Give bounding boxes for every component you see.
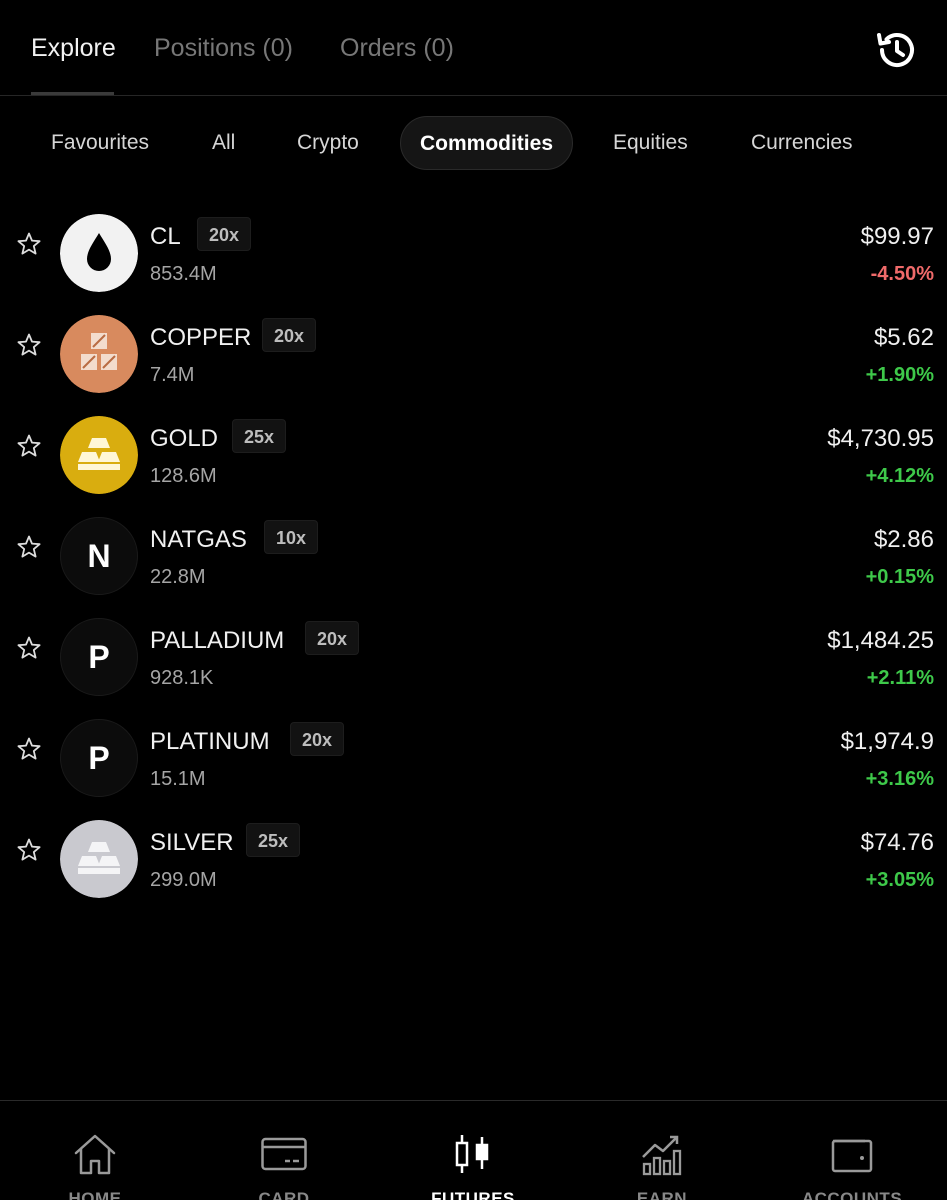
gold-bars-icon (60, 416, 138, 494)
market-price: $99.97 (860, 223, 934, 250)
nav-label: HOME (68, 1189, 122, 1200)
leverage-badge: 20x (305, 621, 360, 655)
nav-home[interactable]: HOME (25, 1101, 165, 1200)
nav-card[interactable]: CARD (214, 1101, 354, 1200)
market-price: $2.86 (873, 526, 934, 553)
price-change: +1.90% (865, 364, 934, 386)
market-row-cl[interactable]: CL 20x 853.4M $99.97 -4.50% (0, 201, 947, 302)
category-currencies[interactable]: Currencies (751, 116, 853, 170)
oil-drop-icon (60, 214, 138, 292)
nav-futures[interactable]: FUTURES (403, 1101, 543, 1200)
leverage-badge: 10x (264, 520, 319, 554)
star-icon[interactable] (16, 736, 42, 762)
market-symbol: COPPER (150, 324, 252, 351)
category-crypto[interactable]: Crypto (297, 116, 359, 170)
nav-label: ACCOUNTS (801, 1189, 903, 1200)
top-tab-bar: Explore Positions (0) Orders (0) (0, 0, 947, 96)
market-volume: 299.0M (150, 869, 217, 891)
category-commodities[interactable]: Commodities (400, 116, 573, 170)
market-row-copper[interactable]: COPPER 20x 7.4M $5.62 +1.90% (0, 302, 947, 403)
market-symbol: SILVER (150, 829, 234, 856)
market-volume: 7.4M (150, 364, 195, 386)
price-change: +4.12% (865, 465, 934, 487)
market-row-gold[interactable]: GOLD 25x 128.6M $4,730.95 +4.12% (0, 403, 947, 504)
leverage-badge: 20x (290, 722, 345, 756)
nav-label: EARN (636, 1189, 688, 1200)
market-symbol: PALLADIUM (150, 627, 285, 654)
letter-n-icon: N (60, 517, 138, 595)
market-symbol: PLATINUM (150, 728, 270, 755)
star-icon[interactable] (16, 534, 42, 560)
category-filter-bar: Favourites All Crypto Commodities Equiti… (0, 116, 947, 172)
letter-p-icon: P (60, 719, 138, 797)
market-price: $4,730.95 (827, 425, 934, 452)
candlestick-icon (455, 1135, 489, 1173)
chart-growth-icon (642, 1135, 682, 1176)
category-equities[interactable]: Equities (613, 116, 688, 170)
market-volume: 128.6M (150, 465, 217, 487)
market-row-natgas[interactable]: N NATGAS 10x 22.8M $2.86 +0.15% (0, 504, 947, 605)
market-symbol: GOLD (150, 425, 219, 452)
price-change: +0.15% (865, 566, 934, 588)
nav-earn[interactable]: EARN (592, 1101, 732, 1200)
market-volume: 22.8M (150, 566, 206, 588)
category-favourites[interactable]: Favourites (51, 116, 149, 170)
market-price: $1,484.25 (827, 627, 934, 654)
market-volume: 928.1K (150, 667, 214, 689)
nav-label: CARD (258, 1189, 310, 1200)
star-icon[interactable] (16, 231, 42, 257)
nav-accounts[interactable]: ACCOUNTS (782, 1101, 922, 1200)
active-tab-indicator (31, 92, 114, 95)
leverage-badge: 20x (262, 318, 317, 352)
star-icon[interactable] (16, 635, 42, 661)
silver-bars-icon (60, 820, 138, 898)
price-change: +2.11% (866, 667, 934, 689)
home-icon (74, 1134, 116, 1175)
market-price: $5.62 (873, 324, 934, 351)
history-icon[interactable] (872, 26, 920, 74)
copper-blocks-icon (60, 315, 138, 393)
market-row-palladium[interactable]: P PALLADIUM 20x 928.1K $1,484.25 +2.11% (0, 605, 947, 706)
market-volume: 15.1M (150, 768, 206, 790)
price-change: +3.05% (865, 869, 934, 891)
price-change: -4.50% (870, 263, 934, 285)
tab-orders[interactable]: Orders (0) (340, 34, 454, 63)
market-row-platinum[interactable]: P PLATINUM 20x 15.1M $1,974.9 +3.16% (0, 706, 947, 807)
market-price: $1,974.9 (840, 728, 934, 755)
letter-p-icon: P (60, 618, 138, 696)
star-icon[interactable] (16, 332, 42, 358)
market-price: $74.76 (860, 829, 934, 856)
tab-explore[interactable]: Explore (31, 34, 116, 63)
price-change: +3.16% (865, 768, 934, 790)
leverage-badge: 25x (246, 823, 301, 857)
market-symbol: NATGAS (150, 526, 247, 553)
market-row-silver[interactable]: SILVER 25x 299.0M $74.76 +3.05% (0, 807, 947, 908)
leverage-badge: 20x (197, 217, 252, 251)
market-symbol: CL (150, 223, 181, 250)
card-icon (261, 1137, 307, 1171)
tab-positions[interactable]: Positions (0) (154, 34, 293, 63)
star-icon[interactable] (16, 837, 42, 863)
wallet-icon (831, 1139, 873, 1173)
star-icon[interactable] (16, 433, 42, 459)
bottom-navigation: HOME CARD FUTURES EARN ACCOUNTS (0, 1100, 947, 1200)
market-volume: 853.4M (150, 263, 217, 285)
category-all[interactable]: All (212, 116, 235, 170)
leverage-badge: 25x (232, 419, 287, 453)
nav-label: FUTURES (431, 1189, 515, 1200)
